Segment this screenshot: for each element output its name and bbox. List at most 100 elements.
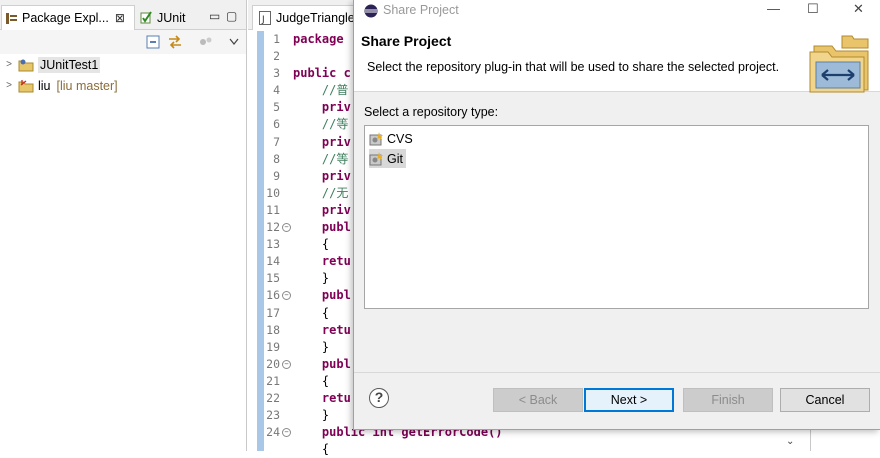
list-item-label: Git bbox=[387, 151, 403, 166]
tab-package-explorer-label: Package Expl... bbox=[22, 11, 109, 25]
maximize-view-icon[interactable]: ▢ bbox=[226, 9, 237, 23]
package-explorer-toolbar bbox=[0, 30, 246, 54]
scroll-down-icon[interactable]: ⌄ bbox=[786, 436, 794, 447]
code-line: 4 //普 bbox=[264, 82, 348, 99]
code-line: 21 { bbox=[264, 373, 329, 390]
code-line: 18 retu bbox=[264, 322, 351, 339]
code-line: 14 retu bbox=[264, 253, 351, 270]
tab-package-explorer[interactable]: Package Expl... ⊠ bbox=[1, 5, 135, 30]
code-text: publ bbox=[293, 356, 351, 371]
line-number: 9 bbox=[273, 168, 280, 183]
line-number: 20 bbox=[266, 356, 280, 371]
outline-panel-edge bbox=[810, 430, 880, 451]
maximize-button[interactable]: ☐ bbox=[807, 1, 819, 17]
code-text: { bbox=[293, 373, 330, 388]
code-text: //无 bbox=[293, 185, 349, 200]
java-file-icon: J bbox=[259, 11, 271, 25]
junit-icon bbox=[140, 11, 152, 24]
close-button[interactable]: ✕ bbox=[853, 1, 864, 17]
list-item-label: CVS bbox=[387, 131, 413, 146]
line-number: 6 bbox=[273, 117, 280, 132]
code-line: 13 { bbox=[264, 236, 329, 253]
view-menu-icon[interactable] bbox=[199, 36, 213, 48]
line-number: 14 bbox=[266, 254, 280, 269]
project-tree: > JUnitTest1 > liu [liu master] bbox=[0, 54, 246, 96]
line-number: 12 bbox=[266, 220, 280, 235]
tree-item-junittest1[interactable]: > JUnitTest1 bbox=[0, 54, 246, 75]
git-icon bbox=[369, 151, 383, 165]
line-number: 4 bbox=[273, 83, 280, 98]
line-number: 21 bbox=[266, 373, 280, 388]
code-text: priv bbox=[293, 168, 351, 183]
next-button[interactable]: Next > bbox=[584, 388, 674, 412]
help-icon[interactable]: ? bbox=[369, 388, 389, 408]
chevron-down-icon[interactable] bbox=[229, 38, 239, 46]
repository-type-prompt: Select a repository type: bbox=[364, 105, 499, 119]
code-text: //等 bbox=[293, 151, 349, 166]
package-explorer-tabbar: Package Expl... ⊠ JUnit ▭ ▢ bbox=[0, 0, 246, 30]
code-text: priv bbox=[293, 100, 351, 115]
code-line: 1 package bbox=[264, 31, 344, 48]
dialog-titlebar: Share Project — ☐ ✕ bbox=[354, 0, 880, 22]
fold-toggle-icon[interactable]: − bbox=[282, 359, 291, 369]
line-number: 15 bbox=[266, 271, 280, 286]
code-line: 3 public c bbox=[264, 65, 351, 82]
code-line: 16− publ bbox=[264, 287, 351, 304]
code-line: 17 { bbox=[264, 305, 329, 322]
code-line: 6 //等 bbox=[264, 116, 348, 133]
code-line: 24− public int getErrorCode() bbox=[264, 424, 502, 441]
expand-arrow-icon[interactable]: > bbox=[0, 80, 18, 91]
minimize-button[interactable]: — bbox=[767, 1, 780, 16]
code-text: } bbox=[293, 408, 330, 423]
code-text: { bbox=[293, 237, 330, 252]
collapse-all-icon[interactable] bbox=[146, 35, 160, 49]
code-text: } bbox=[293, 339, 330, 354]
code-text: { bbox=[293, 305, 330, 320]
code-area[interactable]: 1 package 2 3 public c4 //普 5 priv 6 //等 7 priv… bbox=[264, 31, 502, 458]
code-line: 10 //无 bbox=[264, 185, 348, 202]
line-number: 22 bbox=[266, 390, 280, 405]
code-text: retu bbox=[293, 390, 351, 405]
tab-junit-label: JUnit bbox=[157, 10, 186, 25]
code-text: retu bbox=[293, 254, 351, 269]
code-text: //等 bbox=[293, 117, 349, 132]
expand-arrow-icon[interactable]: > bbox=[0, 59, 18, 70]
code-text: retu bbox=[293, 322, 351, 337]
package-explorer-panel: Package Expl... ⊠ JUnit ▭ ▢ > JUnitTest1… bbox=[0, 0, 247, 451]
wizard-banner: Share Project Select the repository plug… bbox=[354, 22, 880, 93]
share-project-dialog: Share Project — ☐ ✕ Share Project Select… bbox=[353, 0, 880, 430]
project-folder-icon bbox=[18, 59, 34, 71]
back-button[interactable]: < Back bbox=[493, 388, 583, 412]
finish-button[interactable]: Finish bbox=[683, 388, 773, 412]
line-number: 24 bbox=[266, 425, 280, 440]
code-line: 12− publ bbox=[264, 219, 351, 236]
tree-item-liu[interactable]: > liu [liu master] bbox=[0, 75, 246, 96]
minimize-view-icon[interactable]: ▭ bbox=[209, 9, 220, 23]
dialog-window-title: Share Project bbox=[383, 3, 459, 17]
close-tab-icon[interactable]: ⊠ bbox=[115, 11, 125, 25]
code-line: 9 priv bbox=[264, 168, 351, 185]
package-explorer-icon bbox=[6, 12, 17, 24]
code-text: publ bbox=[293, 288, 351, 303]
cvs-icon bbox=[369, 131, 383, 145]
code-line: 5 priv bbox=[264, 99, 351, 116]
fold-toggle-icon[interactable]: − bbox=[282, 223, 291, 233]
code-text: //普 bbox=[293, 83, 349, 98]
line-number: 10 bbox=[266, 185, 280, 200]
wizard-heading: Share Project bbox=[361, 33, 452, 49]
line-number: 19 bbox=[266, 339, 280, 354]
fold-toggle-icon[interactable]: − bbox=[282, 291, 291, 301]
repository-type-list[interactable]: CVS Git bbox=[364, 125, 869, 309]
tab-junit[interactable]: JUnit bbox=[137, 5, 199, 30]
code-text: } bbox=[293, 271, 330, 286]
list-item-cvs[interactable]: CVS bbox=[369, 129, 416, 148]
list-item-git[interactable]: Git bbox=[369, 149, 406, 168]
code-line: 8 //等 bbox=[264, 151, 348, 168]
fold-toggle-icon[interactable]: − bbox=[282, 428, 291, 438]
wizard-description: Select the repository plug-in that will … bbox=[367, 60, 780, 74]
link-with-editor-icon[interactable] bbox=[167, 35, 183, 49]
cancel-button[interactable]: Cancel bbox=[780, 388, 870, 412]
button-bar-divider bbox=[354, 372, 880, 373]
eclipse-icon bbox=[364, 4, 378, 18]
share-wizard-icon bbox=[809, 35, 869, 93]
